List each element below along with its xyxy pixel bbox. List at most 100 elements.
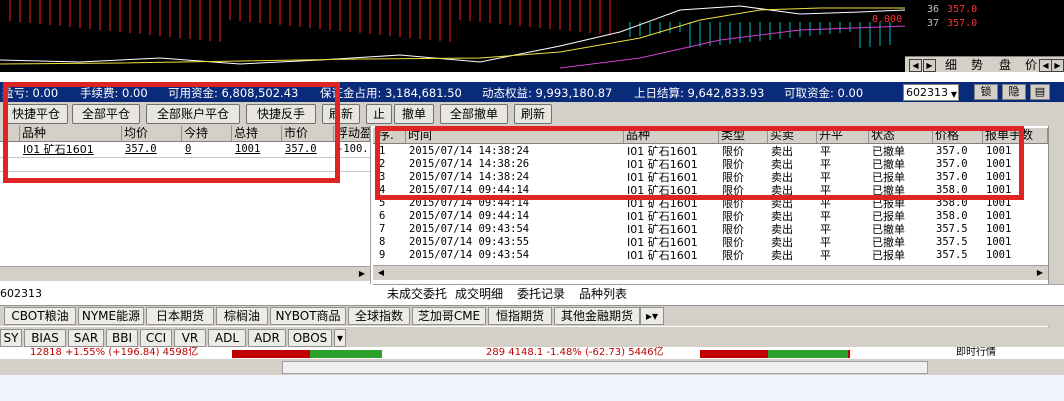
tab-detail[interactable]: 细	[945, 58, 957, 72]
order-qty: 1001	[986, 236, 1012, 248]
order-seq: 4	[379, 184, 386, 196]
tab-symbol-list[interactable]: 品种列表	[579, 287, 627, 302]
quick-reverse-button[interactable]: 快捷反手	[246, 104, 316, 124]
tab-palm-oil[interactable]: 棕榈油	[216, 307, 268, 325]
cancel-all-button[interactable]: 全部撤单	[440, 104, 508, 124]
order-status: 已报单	[872, 210, 905, 223]
quick-close-button[interactable]: 快捷平仓	[4, 104, 68, 124]
next-arrow-icon[interactable]: ▶	[923, 59, 936, 72]
close-all-button[interactable]: 全部平仓	[72, 104, 140, 124]
indicator-tab-obos[interactable]: OBOS	[288, 329, 332, 347]
order-row[interactable]: 1 2015/07/14 14:38:24 I01 矿石1601 限价 卖出 平 已撤单 35…	[373, 145, 1048, 158]
order-row[interactable]: 5 2015/07/14 09:44:14 I01 矿石1601 限价 卖出 平 已报单 35…	[373, 197, 1048, 210]
positions-hscrollbar[interactable]: ▶	[0, 266, 370, 281]
order-type: 限价	[722, 158, 744, 171]
ticker-bar-green	[310, 350, 382, 358]
indicator-tab-sy[interactable]: SY	[0, 329, 22, 347]
tab-nybot-commodities[interactable]: NYBOT商品	[270, 307, 346, 325]
tab-trade-details[interactable]: 成交明细	[455, 287, 503, 302]
realtime-quote-label[interactable]: 即时行情	[956, 347, 996, 359]
refresh-orders-button[interactable]: 刷新	[514, 104, 552, 124]
scroll-left-icon[interactable]: ◀	[375, 267, 387, 279]
col-header-total-hold[interactable]: 总持	[232, 126, 282, 141]
scroll-thumb[interactable]	[282, 361, 928, 374]
order-row[interactable]: 9 2015/07/14 09:43:54 I01 矿石1601 限价 卖出 平 已报单 35…	[373, 249, 1048, 262]
cancel-order-button[interactable]: 撤单	[394, 104, 434, 124]
tab-chicago-cme[interactable]: 芝加哥CME	[412, 307, 486, 325]
position-avg-price: 357.0	[125, 143, 157, 155]
col-header-symbol[interactable]: 品种	[624, 128, 719, 143]
chevron-down-icon[interactable]: ▾	[334, 329, 346, 347]
order-side: 卖出	[771, 145, 793, 158]
col-header-today-hold[interactable]: 今持	[182, 126, 232, 141]
tab-cbot-grain[interactable]: CBOT粮油	[4, 307, 76, 325]
indicator-tab-vr[interactable]: VR	[174, 329, 206, 347]
tab-trend[interactable]: 势	[971, 58, 983, 72]
col-header-float-pl[interactable]: 浮动盈	[334, 126, 370, 141]
position-row[interactable]: I01 矿石1601 357.0 0 1001 357.0 -100.	[0, 143, 370, 156]
order-type: 限价	[722, 210, 744, 223]
order-row[interactable]: 2 2015/07/14 14:38:26 I01 矿石1601 限价 卖出 平 已撤单 35…	[373, 158, 1048, 171]
indicator-tab-adr[interactable]: ADR	[248, 329, 286, 347]
col-header-status[interactable]: 状态	[869, 128, 933, 143]
order-status: 已报单	[872, 197, 905, 210]
scroll-right-icon[interactable]: ▶	[1034, 267, 1046, 279]
tab-price[interactable]: 价	[1025, 58, 1037, 72]
bottom-hscrollbar[interactable]	[0, 359, 1064, 375]
stop-button[interactable]: 止	[366, 104, 392, 124]
position-market-price: 357.0	[285, 143, 317, 155]
indicator-tab-sar[interactable]: SAR	[68, 329, 104, 347]
lock-button[interactable]: 锁	[974, 84, 998, 100]
order-symbol: I01 矿石1601	[627, 249, 698, 262]
order-open-close: 平	[820, 223, 831, 236]
withdrawable-funds: 可取资金: 0.00	[784, 86, 864, 100]
orders-hscrollbar[interactable]: ◀ ▶	[373, 265, 1048, 280]
indicator-tab-bias[interactable]: BIAS	[24, 329, 66, 347]
col-header-avg-price[interactable]: 均价	[122, 126, 182, 141]
indicator-tab-adl[interactable]: ADL	[208, 329, 246, 347]
account-number: 602313	[906, 86, 948, 99]
indicator-tab-cci[interactable]: CCI	[140, 329, 172, 347]
col-header-type[interactable]: 类型	[719, 128, 768, 143]
tab-pending-orders[interactable]: 未成交委托	[387, 287, 447, 302]
tab-global-indices[interactable]: 全球指数	[348, 307, 410, 325]
hide-button[interactable]: 隐	[1002, 84, 1026, 100]
profit-value: 盈亏: 0.00	[2, 86, 59, 100]
order-row[interactable]: 6 2015/07/14 09:44:14 I01 矿石1601 限价 卖出 平 已报单 35…	[373, 210, 1048, 223]
indicator-tab-bbi[interactable]: BBI	[106, 329, 138, 347]
order-row[interactable]: 7 2015/07/14 09:43:54 I01 矿石1601 限价 卖出 平 已撤单 35…	[373, 223, 1048, 236]
close-all-accounts-button[interactable]: 全部账户平仓	[146, 104, 240, 124]
order-row[interactable]: 4 2015/07/14 09:44:14 I01 矿石1601 限价 卖出 平 已撤单 35…	[373, 184, 1048, 197]
tab-scroll-icon[interactable]: ▸▾	[640, 307, 664, 325]
next-arrow-icon[interactable]: ▶	[1051, 59, 1064, 72]
order-type: 限价	[722, 184, 744, 197]
scroll-right-icon[interactable]: ▶	[356, 268, 368, 280]
tab-depth[interactable]: 盘	[999, 58, 1011, 72]
order-side: 卖出	[771, 236, 793, 249]
tab-hang-seng-futures[interactable]: 恒指期货	[488, 307, 552, 325]
order-row[interactable]: 3 2015/07/14 14:38:24 I01 矿石1601 限价 卖出 平 已报单 35…	[373, 171, 1048, 184]
menu-icon[interactable]: ▤	[1030, 84, 1050, 100]
tab-japan-futures[interactable]: 日本期货	[146, 307, 214, 325]
col-header-open-close[interactable]: 开平	[817, 128, 869, 143]
quote-row-price: 357.0	[947, 4, 978, 15]
chevron-down-icon: ▼	[950, 90, 957, 99]
order-row[interactable]: 8 2015/07/14 09:43:55 I01 矿石1601 限价 卖出 平 已撤单 35…	[373, 236, 1048, 249]
refresh-positions-button[interactable]: 刷新	[322, 104, 360, 124]
order-open-close: 平	[820, 171, 831, 184]
col-header-qty[interactable]: 报单手数	[983, 128, 1048, 143]
col-header-seq[interactable]: 序.	[376, 128, 406, 143]
tab-other-financial-futures[interactable]: 其他金融期货	[554, 307, 640, 325]
account-select[interactable]: 602313 ▼	[903, 84, 959, 101]
tab-order-records[interactable]: 委托记录	[517, 287, 566, 302]
prev-arrow-icon[interactable]: ◀	[909, 59, 922, 72]
order-time: 2015/07/14 14:38:24	[409, 145, 530, 157]
average-line	[0, 7, 905, 65]
col-header-price[interactable]: 价格	[933, 128, 983, 143]
col-header-side[interactable]: 买卖	[768, 128, 817, 143]
col-header-market-price[interactable]: 市价	[282, 126, 334, 141]
col-header-symbol[interactable]: 品种	[20, 126, 122, 141]
tab-nymex-energy[interactable]: NYME能源	[78, 307, 144, 325]
col-header-time[interactable]: 时间	[406, 128, 624, 143]
price-chart[interactable]: 0.000	[0, 0, 906, 72]
